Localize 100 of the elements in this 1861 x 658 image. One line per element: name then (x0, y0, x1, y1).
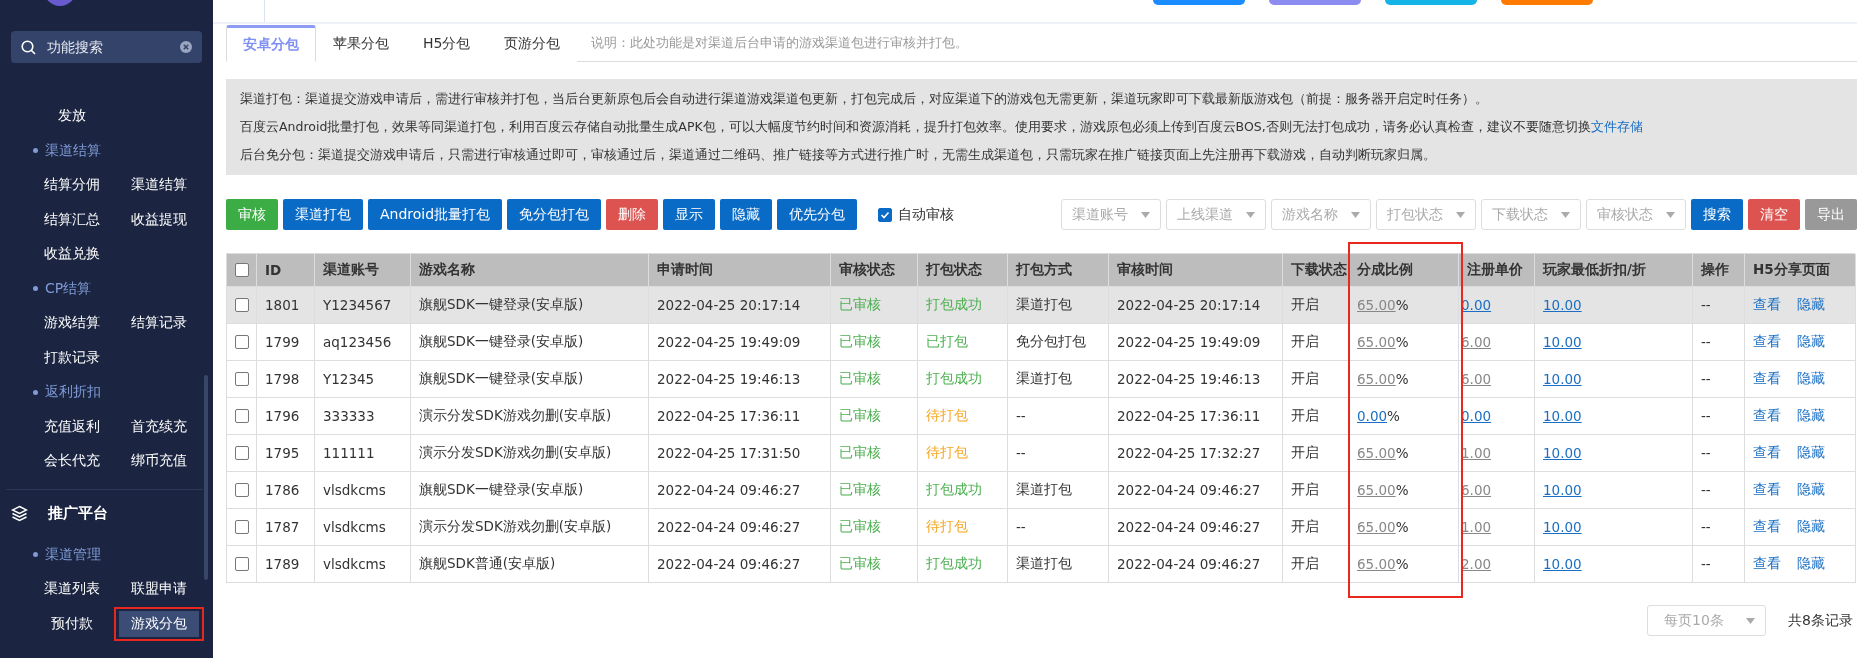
share-link[interactable]: 隐藏 (1797, 481, 1825, 499)
filter-button[interactable]: 清空 (1748, 199, 1800, 230)
share-link[interactable]: 查看 (1753, 370, 1781, 388)
share-link[interactable]: 隐藏 (1797, 370, 1825, 388)
action-button[interactable]: 显示 (663, 199, 716, 230)
share-link[interactable]: 隐藏 (1797, 518, 1825, 536)
menu-item[interactable]: 游戏结算 (30, 306, 114, 341)
table-cell: -- (1693, 287, 1745, 324)
menu-section-title[interactable]: CP结算 (45, 279, 92, 298)
menu-item[interactable]: 结算分佣 (30, 168, 114, 203)
table-cell: -- (1693, 435, 1745, 472)
discount-link[interactable]: 10.00 (1543, 334, 1582, 350)
menu-item[interactable]: 首充续充 (114, 409, 204, 444)
action-button[interactable]: 审核 (226, 199, 278, 230)
share-link[interactable]: 隐藏 (1797, 444, 1825, 462)
menu-section-title[interactable]: 渠道管理 (45, 545, 101, 564)
caret-icon (1456, 211, 1465, 218)
select-all-checkbox[interactable] (235, 263, 249, 277)
menu-item[interactable]: 渠道结算 (114, 168, 204, 203)
ratio-link[interactable]: 65.00 (1357, 556, 1396, 572)
table-cell: 旗舰SDK普通(安卓版) (411, 546, 649, 583)
menu-item[interactable]: 绑币充值 (114, 444, 204, 479)
table-cell: -- (1693, 361, 1745, 398)
row-checkbox[interactable] (235, 409, 249, 423)
row-checkbox[interactable] (235, 372, 249, 386)
price-link[interactable]: 1.00 (1461, 519, 1492, 535)
row-checkbox[interactable] (235, 335, 249, 349)
ratio-link[interactable]: 65.00 (1357, 482, 1396, 498)
storage-link[interactable]: 文件存储 (1590, 119, 1643, 134)
row-checkbox[interactable] (235, 446, 249, 460)
filter-button[interactable]: 导出 (1805, 199, 1857, 230)
table-cell: 2022-04-24 09:46:27 (649, 509, 831, 546)
menu-item[interactable]: 充值返利 (30, 409, 114, 444)
header-button[interactable] (1153, 0, 1245, 5)
discount-link[interactable]: 10.00 (1543, 297, 1582, 313)
table-cell: 已打包 (918, 324, 1008, 361)
scrollbar[interactable] (204, 375, 208, 580)
share-link[interactable]: 隐藏 (1797, 333, 1825, 351)
row-checkbox[interactable] (235, 557, 249, 571)
menu-item[interactable]: 收益提现 (114, 202, 204, 237)
tab[interactable]: 安卓分包 (226, 25, 316, 62)
ratio-link[interactable]: 65.00 (1357, 519, 1396, 535)
action-button[interactable]: Android批量打包 (368, 199, 503, 230)
action-button[interactable]: 免分包打包 (507, 199, 602, 230)
share-link[interactable]: 隐藏 (1797, 296, 1825, 314)
menu-item[interactable]: 渠道列表 (30, 572, 114, 607)
filter-button[interactable]: 搜索 (1691, 199, 1743, 230)
share-link[interactable]: 隐藏 (1797, 407, 1825, 425)
menu-item[interactable]: 会长代充 (30, 444, 114, 479)
header-cell: 审核状态 (831, 254, 918, 287)
menu-item[interactable]: 游戏分包 (114, 606, 204, 641)
action-button[interactable]: 渠道打包 (283, 199, 363, 230)
price-link[interactable]: 2.00 (1461, 556, 1492, 572)
ratio-link[interactable]: 65.00 (1357, 445, 1396, 461)
table-cell: 旗舰SDK一键登录(安卓版) (411, 361, 649, 398)
share-link[interactable]: 查看 (1753, 296, 1781, 314)
discount-link[interactable]: 10.00 (1543, 371, 1582, 387)
share-link[interactable]: 查看 (1753, 555, 1781, 573)
price-link[interactable]: 1.00 (1461, 445, 1492, 461)
discount-link[interactable]: 10.00 (1543, 556, 1582, 572)
action-button[interactable]: 隐藏 (720, 199, 773, 230)
table-cell: 2022-04-25 20:17:14 (649, 287, 831, 324)
ratio-link[interactable]: 65.00 (1357, 334, 1396, 350)
auto-review-checkbox[interactable] (878, 207, 893, 222)
discount-link[interactable]: 10.00 (1543, 445, 1582, 461)
share-link[interactable]: 查看 (1753, 518, 1781, 536)
menu-item[interactable]: 预付款 (30, 606, 114, 641)
table-cell: 2022-04-25 20:17:14 (1109, 287, 1283, 324)
menu-item[interactable]: 结算记录 (114, 306, 204, 341)
menu-item[interactable]: 收益兑换 (30, 237, 114, 272)
share-link[interactable]: 查看 (1753, 407, 1781, 425)
ratio-link[interactable]: 65.00 (1357, 371, 1396, 387)
clear-icon[interactable] (180, 41, 192, 53)
menu-section-title[interactable]: 返利折扣 (45, 383, 101, 402)
row-checkbox[interactable] (235, 520, 249, 534)
search-bar[interactable]: 功能搜索 (11, 31, 202, 63)
row-checkbox[interactable] (235, 298, 249, 312)
ratio-link[interactable]: 65.00 (1357, 297, 1396, 313)
share-link[interactable]: 隐藏 (1797, 555, 1825, 573)
table-cell: -- (1693, 472, 1745, 509)
menu-item[interactable]: 打款记录 (30, 340, 114, 375)
menu-item[interactable]: 联盟申请 (114, 572, 204, 607)
menu-item[interactable]: 发放 (30, 99, 114, 134)
discount-link[interactable]: 10.00 (1543, 482, 1582, 498)
table-cell: 渠道打包 (1008, 472, 1109, 509)
action-button[interactable]: 优先分包 (777, 199, 858, 230)
menu-title[interactable]: 推广平台 (48, 504, 108, 523)
ratio-link[interactable]: 0.00 (1357, 408, 1388, 424)
menu-item[interactable]: 结算汇总 (30, 202, 114, 237)
menu-section-title[interactable]: 渠道结算 (45, 141, 101, 160)
search-field[interactable]: 功能搜索 (45, 38, 171, 56)
share-link[interactable]: 查看 (1753, 444, 1781, 462)
table-cell: vlsdkcms (315, 509, 411, 546)
caret-icon (1561, 211, 1570, 218)
row-checkbox[interactable] (235, 483, 249, 497)
discount-link[interactable]: 10.00 (1543, 408, 1582, 424)
discount-link[interactable]: 10.00 (1543, 519, 1582, 535)
share-link[interactable]: 查看 (1753, 333, 1781, 351)
action-button[interactable]: 删除 (606, 199, 659, 230)
share-link[interactable]: 查看 (1753, 481, 1781, 499)
